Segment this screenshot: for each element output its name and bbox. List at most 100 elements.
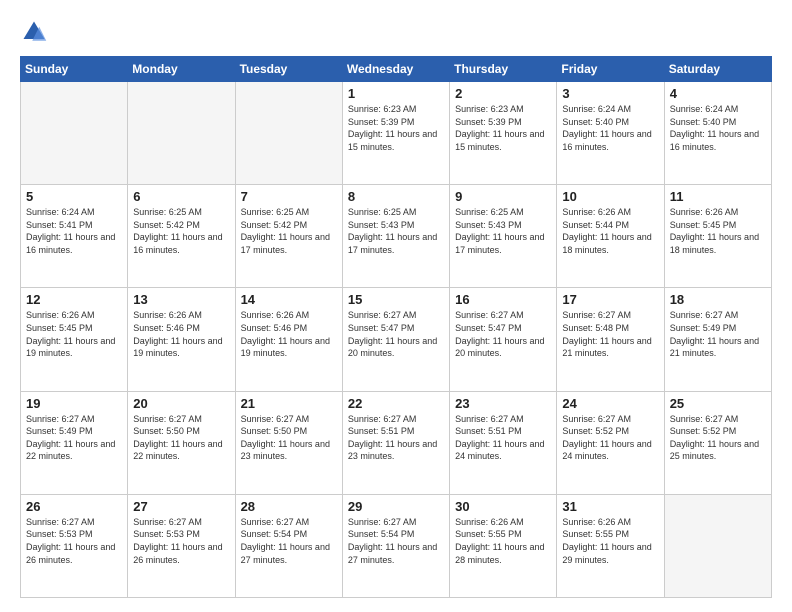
calendar-cell: 26 Sunrise: 6:27 AM Sunset: 5:53 PM Dayli… [21,494,128,597]
day-number: 4 [670,86,766,101]
calendar-cell: 27Sunrise: 6:27 AM Sunset: 5:53 PM Dayli… [128,494,235,597]
weekday-header-tuesday: Tuesday [235,57,342,82]
cell-details: Sunrise: 6:26 AM Sunset: 5:45 PM Dayligh… [670,207,759,255]
calendar-cell: 2 Sunrise: 6:23 AM Sunset: 5:39 PM Daylig… [450,82,557,185]
day-number: 18 [670,292,766,307]
day-number: 23 [455,396,551,411]
day-number: 31 [562,499,658,514]
weekday-header-wednesday: Wednesday [342,57,449,82]
day-number: 12 [26,292,122,307]
calendar-cell: 31 Sunrise: 6:26 AM Sunset: 5:55 PM Dayli… [557,494,664,597]
calendar-cell: 10 Sunrise: 6:26 AM Sunset: 5:44 PM Dayli… [557,185,664,288]
day-number: 15 [348,292,444,307]
day-number: 22 [348,396,444,411]
calendar-cell: 19Sunrise: 6:27 AM Sunset: 5:49 PM Dayli… [21,391,128,494]
cell-details: Sunrise: 6:25 AM Sunset: 5:43 PM Dayligh… [348,207,437,255]
cell-details: Sunrise: 6:25 AM Sunset: 5:42 PM Dayligh… [133,207,222,255]
cell-details: Sunrise: 6:27 AM Sunset: 5:53 PM Dayligh… [26,517,115,565]
cell-details: Sunrise: 6:25 AM Sunset: 5:42 PM Dayligh… [241,207,330,255]
cell-details: Sunrise: 6:27 AM Sunset: 5:49 PM Dayligh… [670,310,759,358]
day-number: 8 [348,189,444,204]
day-number: 25 [670,396,766,411]
day-number: 29 [348,499,444,514]
calendar-cell [21,82,128,185]
calendar-cell: 22 Sunrise: 6:27 AM Sunset: 5:51 PM Dayli… [342,391,449,494]
calendar-cell [235,82,342,185]
day-number: 20 [133,396,229,411]
cell-details: Sunrise: 6:26 AM Sunset: 5:44 PM Dayligh… [562,207,651,255]
calendar-week-5: 26 Sunrise: 6:27 AM Sunset: 5:53 PM Dayli… [21,494,772,597]
calendar-table: SundayMondayTuesdayWednesdayThursdayFrid… [20,56,772,598]
calendar-cell: 28 Sunrise: 6:27 AM Sunset: 5:54 PM Dayli… [235,494,342,597]
calendar-cell: 12 Sunrise: 6:26 AM Sunset: 5:45 PM Dayli… [21,288,128,391]
day-number: 17 [562,292,658,307]
page: SundayMondayTuesdayWednesdayThursdayFrid… [0,0,792,612]
day-number: 16 [455,292,551,307]
day-number: 26 [26,499,122,514]
day-number: 10 [562,189,658,204]
cell-details: Sunrise: 6:26 AM Sunset: 5:46 PM Dayligh… [133,310,222,358]
cell-details: Sunrise: 6:27 AM Sunset: 5:53 PM Dayligh… [133,517,222,565]
day-number: 19 [26,396,122,411]
weekday-header-saturday: Saturday [664,57,771,82]
cell-details: Sunrise: 6:26 AM Sunset: 5:45 PM Dayligh… [26,310,115,358]
calendar-cell: 16 Sunrise: 6:27 AM Sunset: 5:47 PM Dayli… [450,288,557,391]
calendar-cell: 1 Sunrise: 6:23 AM Sunset: 5:39 PM Daylig… [342,82,449,185]
day-number: 28 [241,499,337,514]
cell-details: Sunrise: 6:27 AM Sunset: 5:47 PM Dayligh… [348,310,437,358]
day-number: 1 [348,86,444,101]
cell-details: Sunrise: 6:27 AM Sunset: 5:52 PM Dayligh… [670,414,759,462]
calendar-cell: 13 Sunrise: 6:26 AM Sunset: 5:46 PM Dayli… [128,288,235,391]
day-number: 30 [455,499,551,514]
calendar-week-3: 12 Sunrise: 6:26 AM Sunset: 5:45 PM Dayli… [21,288,772,391]
day-number: 5 [26,189,122,204]
weekday-header-row: SundayMondayTuesdayWednesdayThursdayFrid… [21,57,772,82]
calendar-cell [664,494,771,597]
calendar-cell: 30 Sunrise: 6:26 AM Sunset: 5:55 PM Dayli… [450,494,557,597]
day-number: 7 [241,189,337,204]
cell-details: Sunrise: 6:27 AM Sunset: 5:52 PM Dayligh… [562,414,651,462]
cell-details: Sunrise: 6:27 AM Sunset: 5:50 PM Dayligh… [133,414,222,462]
day-number: 24 [562,396,658,411]
calendar-cell: 20 Sunrise: 6:27 AM Sunset: 5:50 PM Dayli… [128,391,235,494]
calendar-cell: 17 Sunrise: 6:27 AM Sunset: 5:48 PM Dayli… [557,288,664,391]
calendar-cell: 15 Sunrise: 6:27 AM Sunset: 5:47 PM Dayli… [342,288,449,391]
calendar-cell: 9 Sunrise: 6:25 AM Sunset: 5:43 PM Daylig… [450,185,557,288]
logo-icon [20,18,48,46]
cell-details: Sunrise: 6:27 AM Sunset: 5:51 PM Dayligh… [455,414,544,462]
day-number: 2 [455,86,551,101]
cell-details: Sunrise: 6:26 AM Sunset: 5:55 PM Dayligh… [455,517,544,565]
weekday-header-sunday: Sunday [21,57,128,82]
day-number: 3 [562,86,658,101]
calendar-cell: 14Sunrise: 6:26 AM Sunset: 5:46 PM Dayli… [235,288,342,391]
cell-details: Sunrise: 6:27 AM Sunset: 5:54 PM Dayligh… [241,517,330,565]
cell-details: Sunrise: 6:27 AM Sunset: 5:51 PM Dayligh… [348,414,437,462]
cell-details: Sunrise: 6:24 AM Sunset: 5:40 PM Dayligh… [670,104,759,152]
cell-details: Sunrise: 6:27 AM Sunset: 5:47 PM Dayligh… [455,310,544,358]
weekday-header-monday: Monday [128,57,235,82]
calendar-week-2: 5 Sunrise: 6:24 AM Sunset: 5:41 PM Daylig… [21,185,772,288]
cell-details: Sunrise: 6:25 AM Sunset: 5:43 PM Dayligh… [455,207,544,255]
cell-details: Sunrise: 6:24 AM Sunset: 5:41 PM Dayligh… [26,207,115,255]
day-number: 11 [670,189,766,204]
calendar-cell: 24 Sunrise: 6:27 AM Sunset: 5:52 PM Dayli… [557,391,664,494]
cell-details: Sunrise: 6:23 AM Sunset: 5:39 PM Dayligh… [348,104,437,152]
cell-details: Sunrise: 6:23 AM Sunset: 5:39 PM Dayligh… [455,104,544,152]
cell-details: Sunrise: 6:27 AM Sunset: 5:48 PM Dayligh… [562,310,651,358]
logo [20,18,52,46]
calendar-cell: 18 Sunrise: 6:27 AM Sunset: 5:49 PM Dayli… [664,288,771,391]
calendar-cell: 7 Sunrise: 6:25 AM Sunset: 5:42 PM Daylig… [235,185,342,288]
day-number: 21 [241,396,337,411]
calendar-cell: 29Sunrise: 6:27 AM Sunset: 5:54 PM Dayli… [342,494,449,597]
calendar-week-1: 1 Sunrise: 6:23 AM Sunset: 5:39 PM Daylig… [21,82,772,185]
cell-details: Sunrise: 6:27 AM Sunset: 5:50 PM Dayligh… [241,414,330,462]
day-number: 9 [455,189,551,204]
day-number: 13 [133,292,229,307]
header [20,18,772,46]
calendar-cell: 4 Sunrise: 6:24 AM Sunset: 5:40 PM Daylig… [664,82,771,185]
cell-details: Sunrise: 6:24 AM Sunset: 5:40 PM Dayligh… [562,104,651,152]
cell-details: Sunrise: 6:26 AM Sunset: 5:46 PM Dayligh… [241,310,330,358]
cell-details: Sunrise: 6:26 AM Sunset: 5:55 PM Dayligh… [562,517,651,565]
day-number: 6 [133,189,229,204]
calendar-cell: 8 Sunrise: 6:25 AM Sunset: 5:43 PM Daylig… [342,185,449,288]
